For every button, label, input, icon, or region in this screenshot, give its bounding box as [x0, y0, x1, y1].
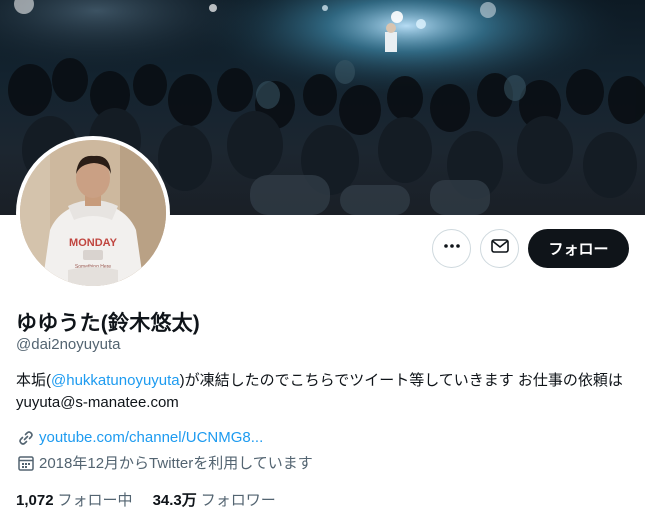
- user-handle: @dai2noyuyuta: [16, 336, 121, 353]
- bio-mention-link[interactable]: @hukkatunoyuyuta: [51, 372, 180, 389]
- profile-bio: 本垢(@hukkatunoyuyuta)が凍結したのでこちらでツイート等していき…: [16, 370, 632, 414]
- following-label: フォロー中: [57, 492, 133, 509]
- joined-row: 2018年12月からTwitterを利用しています: [16, 452, 313, 473]
- website-link[interactable]: youtube.com/channel/UCNMG8...: [39, 429, 263, 446]
- joined-date: 2018年12月からTwitterを利用しています: [39, 455, 313, 472]
- hoodie-print: MONDAY: [69, 237, 118, 249]
- follow-button[interactable]: フォロー: [528, 229, 629, 268]
- website-row: youtube.com/channel/UCNMG8...: [16, 428, 263, 447]
- display-name: ゆゆうた(鈴木悠太): [16, 312, 200, 335]
- follow-stats: 1,072 フォロー中 34.3万 フォロワー: [16, 489, 276, 510]
- followers-label: フォロワー: [200, 492, 276, 509]
- envelope-icon: [490, 236, 510, 261]
- link-icon: [16, 428, 35, 447]
- calendar-icon: [16, 453, 35, 472]
- profile-actions: フォロー: [432, 229, 629, 268]
- profile-avatar[interactable]: MONDAY Something Here: [16, 136, 170, 290]
- following-stat[interactable]: 1,072 フォロー中: [16, 489, 133, 510]
- followers-stat[interactable]: 34.3万 フォロワー: [153, 489, 276, 510]
- message-button[interactable]: [480, 229, 519, 268]
- more-button[interactable]: [432, 229, 471, 268]
- more-dots-icon: [443, 237, 461, 260]
- followers-count: 34.3万: [152, 492, 197, 509]
- bio-prefix: 本垢(: [16, 372, 51, 389]
- following-count: 1,072: [16, 492, 54, 509]
- avatar-photo: MONDAY Something Here: [20, 140, 166, 286]
